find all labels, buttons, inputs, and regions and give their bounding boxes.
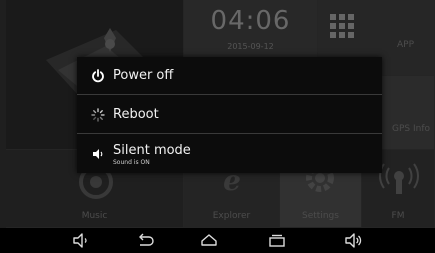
silent-mode-option[interactable]: Silent mode Sound is ON	[77, 135, 382, 173]
reboot-label: Reboot	[113, 107, 159, 122]
silent-mode-label: Silent mode	[113, 142, 191, 158]
power-off-option[interactable]: Power off	[77, 57, 382, 95]
speaker-icon	[83, 147, 113, 161]
silent-mode-text: Silent mode Sound is ON	[113, 143, 191, 166]
power-off-label: Power off	[113, 68, 174, 83]
power-icon	[83, 68, 113, 83]
home-screen: 04:06 2015-09-12 APP GPS Info Music e Ex…	[0, 0, 435, 253]
reboot-spinner-icon	[83, 107, 113, 122]
back-icon[interactable]	[136, 232, 154, 249]
silent-mode-status: Sound is ON	[113, 158, 150, 166]
system-nav-bar	[0, 228, 435, 253]
volume-down-icon[interactable]	[72, 232, 90, 249]
reboot-option[interactable]: Reboot	[77, 96, 382, 134]
home-icon[interactable]	[200, 232, 218, 249]
volume-up-icon[interactable]	[345, 232, 363, 249]
power-menu-dialog: Power off Reboot Silent mode Sound is ON	[77, 57, 382, 173]
recent-apps-icon[interactable]	[268, 232, 286, 249]
